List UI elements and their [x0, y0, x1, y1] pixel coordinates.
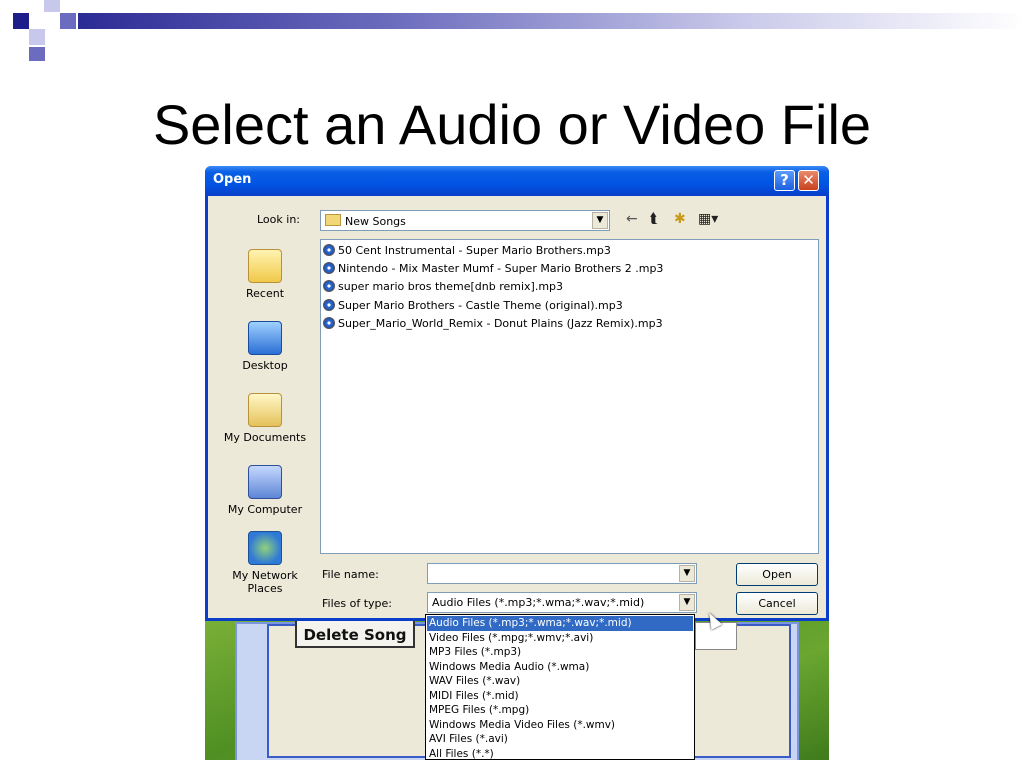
- new-folder-icon[interactable]: ✱: [674, 211, 686, 227]
- file-type-option[interactable]: Audio Files (*.mp3;*.wma;*.wav;*.mid): [427, 616, 693, 631]
- dialog-title: Open: [213, 172, 252, 187]
- audio-file-icon: [323, 262, 335, 274]
- deco-square-mid: [29, 47, 45, 61]
- deco-square-navy: [13, 13, 29, 29]
- folder-icon: [325, 214, 341, 226]
- slide-title: Select an Audio or Video File: [152, 93, 872, 156]
- delete-song-button[interactable]: Delete Song: [295, 618, 415, 648]
- my-documents-icon: [248, 393, 282, 427]
- files-of-type-label: Files of type:: [322, 597, 393, 610]
- list-item[interactable]: Nintendo - Mix Master Mumf - Super Mario…: [323, 261, 663, 277]
- file-type-option[interactable]: Windows Media Video Files (*.wmv): [427, 718, 693, 733]
- deco-square-mid: [60, 13, 76, 29]
- files-of-type-value: Audio Files (*.mp3;*.wma;*.wav;*.mid): [432, 596, 645, 609]
- places-bar: Recent Desktop My Documents My Computer …: [220, 241, 310, 601]
- up-folder-icon[interactable]: ⮬: [650, 211, 658, 227]
- file-type-option[interactable]: WAV Files (*.wav): [427, 674, 693, 689]
- audio-file-icon: [323, 317, 335, 329]
- back-icon[interactable]: ←: [626, 211, 638, 227]
- file-type-option[interactable]: AVI Files (*.avi): [427, 732, 693, 747]
- help-button[interactable]: ?: [774, 170, 795, 191]
- deco-square-light: [44, 0, 60, 12]
- file-list[interactable]: 50 Cent Instrumental - Super Mario Broth…: [320, 239, 819, 554]
- deco-gradient-bar: [78, 13, 1024, 29]
- file-type-option[interactable]: MPEG Files (*.mpg): [427, 703, 693, 718]
- list-item[interactable]: Super_Mario_World_Remix - Donut Plains (…: [323, 316, 663, 332]
- file-name: Super Mario Brothers - Castle Theme (ori…: [338, 299, 623, 312]
- network-icon: [248, 531, 282, 565]
- place-label: My Computer: [227, 503, 303, 516]
- screenshot: Delete Song Open ? ✕ Look in: New Songs …: [205, 162, 829, 760]
- place-label: Desktop: [242, 359, 288, 372]
- place-recent[interactable]: Recent: [220, 249, 310, 300]
- deco-square-light: [29, 29, 45, 45]
- place-network[interactable]: My Network Places: [220, 531, 310, 595]
- list-item[interactable]: super mario bros theme[dnb remix].mp3: [323, 279, 563, 295]
- audio-file-icon: [323, 244, 335, 256]
- file-name: Nintendo - Mix Master Mumf - Super Mario…: [338, 262, 664, 275]
- chevron-down-icon[interactable]: ▼: [592, 212, 608, 229]
- place-desktop[interactable]: Desktop: [220, 321, 310, 372]
- file-name-field[interactable]: ▼: [427, 563, 697, 584]
- audio-file-icon: [323, 280, 335, 292]
- file-name-label: File name:: [322, 568, 379, 581]
- audio-file-icon: [323, 299, 335, 311]
- recent-icon: [248, 249, 282, 283]
- files-of-type-combo[interactable]: Audio Files (*.mp3;*.wma;*.wav;*.mid) ▼: [427, 592, 697, 613]
- place-label: Recent: [245, 287, 285, 300]
- file-name: Super_Mario_World_Remix - Donut Plains (…: [338, 317, 663, 330]
- file-name: super mario bros theme[dnb remix].mp3: [338, 280, 564, 293]
- open-button[interactable]: Open: [736, 563, 818, 586]
- my-computer-icon: [248, 465, 282, 499]
- close-button[interactable]: ✕: [798, 170, 819, 191]
- place-label: My Network Places: [232, 569, 298, 595]
- look-in-combo[interactable]: New Songs ▼: [320, 210, 610, 231]
- file-name: 50 Cent Instrumental - Super Mario Broth…: [338, 244, 611, 257]
- place-my-documents[interactable]: My Documents: [220, 393, 310, 444]
- file-type-option[interactable]: Windows Media Audio (*.wma): [427, 660, 693, 675]
- file-type-option[interactable]: MP3 Files (*.mp3): [427, 645, 693, 660]
- desktop-icon: [248, 321, 282, 355]
- file-type-dropdown[interactable]: Audio Files (*.mp3;*.wma;*.wav;*.mid) Vi…: [425, 614, 695, 760]
- list-item[interactable]: Super Mario Brothers - Castle Theme (ori…: [323, 298, 623, 314]
- look-in-label: Look in:: [257, 213, 300, 226]
- chevron-down-icon[interactable]: ▼: [679, 565, 695, 582]
- cancel-button[interactable]: Cancel: [736, 592, 818, 615]
- views-menu-icon[interactable]: ▦▾: [698, 211, 718, 227]
- place-label: My Documents: [223, 431, 307, 444]
- look-in-value: New Songs: [345, 215, 406, 228]
- place-my-computer[interactable]: My Computer: [220, 465, 310, 516]
- chevron-down-icon[interactable]: ▼: [679, 594, 695, 611]
- open-dialog: Open ? ✕ Look in: New Songs ▼ ← ⮬ ✱ ▦▾ R…: [205, 166, 829, 621]
- file-type-option[interactable]: Video Files (*.mpg;*.wmv;*.avi): [427, 631, 693, 646]
- dialog-titlebar[interactable]: Open ? ✕: [205, 166, 829, 196]
- file-type-option[interactable]: MIDI Files (*.mid): [427, 689, 693, 704]
- list-item[interactable]: 50 Cent Instrumental - Super Mario Broth…: [323, 243, 611, 259]
- file-type-option[interactable]: All Files (*.*): [427, 747, 693, 761]
